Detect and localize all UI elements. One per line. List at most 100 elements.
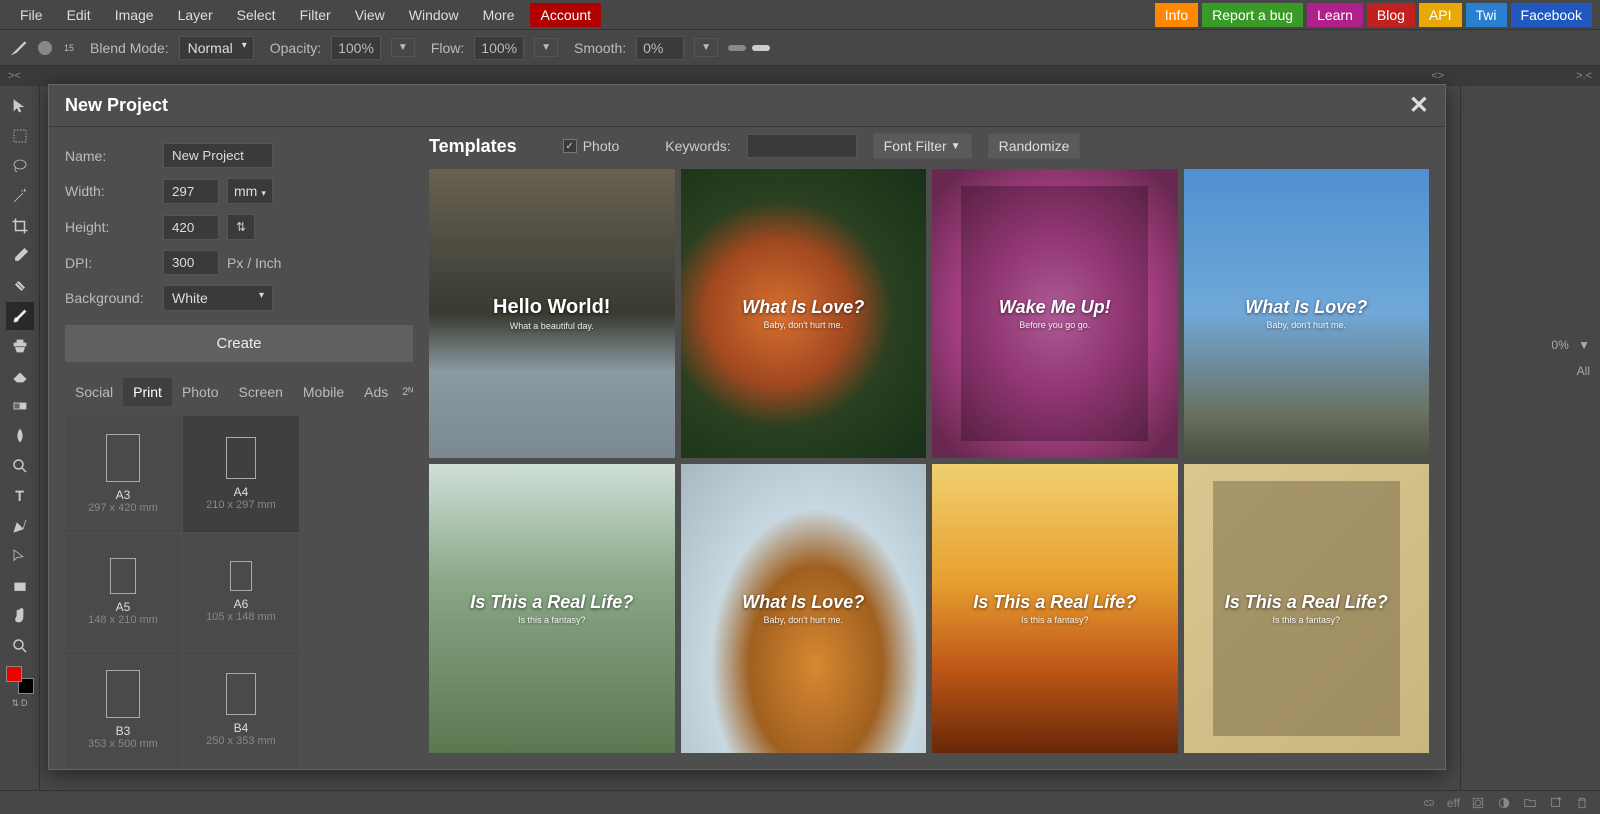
- right-panel-dropdown-icon[interactable]: ▼: [1578, 338, 1590, 352]
- template-card[interactable]: What Is Love?Baby, don't hurt me.: [681, 169, 927, 458]
- dodge-tool[interactable]: [6, 452, 34, 480]
- power-of-two-toggle[interactable]: 2ᴺ: [402, 386, 413, 398]
- menu-bar: FileEditImageLayerSelectFilterViewWindow…: [0, 0, 1600, 30]
- photo-checkbox[interactable]: ✓ Photo: [563, 138, 620, 154]
- mask-icon[interactable]: [1470, 795, 1486, 811]
- link-blog[interactable]: Blog: [1367, 3, 1415, 27]
- status-bar: eff: [0, 790, 1600, 814]
- template-card[interactable]: Is This a Real Life?Is this a fantasy?: [932, 464, 1178, 753]
- close-button[interactable]: ✕: [1409, 91, 1429, 120]
- brush-tool-icon[interactable]: [8, 38, 28, 58]
- link-facebook[interactable]: Facebook: [1511, 3, 1592, 27]
- font-filter-button[interactable]: Font Filter ▼: [873, 133, 972, 159]
- path-select-tool[interactable]: [6, 542, 34, 570]
- preset-a3[interactable]: A3297 x 420 mm: [65, 416, 181, 532]
- move-tool[interactable]: [6, 92, 34, 120]
- heal-tool[interactable]: [6, 272, 34, 300]
- unit-select[interactable]: mm: [227, 178, 273, 204]
- template-card[interactable]: Is This a Real Life?Is this a fantasy?: [429, 464, 675, 753]
- preset-shape: [226, 437, 256, 479]
- trash-icon[interactable]: [1574, 795, 1590, 811]
- hand-tool[interactable]: [6, 602, 34, 630]
- preset-b4[interactable]: B4250 x 353 mm: [183, 652, 299, 768]
- preset-shape: [106, 434, 140, 482]
- template-subtitle: Before you go go.: [999, 320, 1111, 330]
- clone-stamp-tool[interactable]: [6, 332, 34, 360]
- gradient-tool[interactable]: [6, 392, 34, 420]
- menu-edit[interactable]: Edit: [55, 1, 103, 29]
- preset-tab-mobile[interactable]: Mobile: [293, 378, 354, 406]
- preset-tab-print[interactable]: Print: [123, 378, 172, 406]
- background-select[interactable]: White: [163, 285, 273, 311]
- adjustment-layer-icon[interactable]: [1496, 795, 1512, 811]
- lasso-tool[interactable]: [6, 152, 34, 180]
- brush-hardness-preview[interactable]: [728, 45, 770, 51]
- menu-view[interactable]: View: [343, 1, 397, 29]
- smooth-value[interactable]: 0%: [636, 36, 684, 60]
- preset-a4[interactable]: A4210 x 297 mm: [183, 416, 299, 532]
- rect-select-tool[interactable]: [6, 122, 34, 150]
- blend-mode-select[interactable]: Normal: [179, 36, 254, 60]
- template-card[interactable]: Is This a Real Life?Is this a fantasy?: [1184, 464, 1430, 753]
- name-input[interactable]: [163, 143, 273, 168]
- brush-preview-dot[interactable]: [38, 41, 52, 55]
- menu-account[interactable]: Account: [530, 3, 601, 27]
- link-learn[interactable]: Learn: [1307, 3, 1363, 27]
- flow-value[interactable]: 100%: [474, 36, 524, 60]
- eraser-tool[interactable]: [6, 362, 34, 390]
- link-icon[interactable]: [1421, 795, 1437, 811]
- folder-icon[interactable]: [1522, 795, 1538, 811]
- template-card[interactable]: Hello World!What a beautiful day.: [429, 169, 675, 458]
- flow-dropdown-icon[interactable]: ▼: [534, 38, 558, 57]
- tabstrip-code-marker: <>: [1431, 70, 1444, 82]
- keywords-input[interactable]: [747, 134, 857, 158]
- randomize-button[interactable]: Randomize: [988, 133, 1081, 159]
- right-panel-all[interactable]: All: [1471, 364, 1590, 378]
- menu-filter[interactable]: Filter: [288, 1, 343, 29]
- preset-tab-ads[interactable]: Ads: [354, 378, 398, 406]
- magic-wand-tool[interactable]: [6, 182, 34, 210]
- link-twitter[interactable]: Twi: [1466, 3, 1507, 27]
- blur-tool[interactable]: [6, 422, 34, 450]
- height-input[interactable]: [163, 215, 219, 240]
- default-colors-icon[interactable]: D: [21, 698, 28, 709]
- pen-tool[interactable]: [6, 512, 34, 540]
- create-button[interactable]: Create: [65, 325, 413, 362]
- menu-file[interactable]: File: [8, 1, 55, 29]
- brush-tool[interactable]: [6, 302, 34, 330]
- shape-tool[interactable]: [6, 572, 34, 600]
- link-report-bug[interactable]: Report a bug: [1202, 3, 1303, 27]
- menu-layer[interactable]: Layer: [166, 1, 225, 29]
- dpi-input[interactable]: [163, 250, 219, 275]
- preset-tab-social[interactable]: Social: [65, 378, 123, 406]
- foreground-color-swatch[interactable]: [6, 666, 22, 682]
- template-card[interactable]: Wake Me Up!Before you go go.: [932, 169, 1178, 458]
- preset-tab-photo[interactable]: Photo: [172, 378, 229, 406]
- preset-a6[interactable]: A6105 x 148 mm: [183, 534, 299, 650]
- template-card[interactable]: What Is Love?Baby, don't hurt me.: [1184, 169, 1430, 458]
- swap-colors-icon[interactable]: ⇅: [11, 698, 19, 709]
- preset-tab-screen[interactable]: Screen: [229, 378, 293, 406]
- color-swatches[interactable]: [6, 666, 34, 694]
- link-api[interactable]: API: [1419, 3, 1462, 27]
- eyedropper-tool[interactable]: [6, 242, 34, 270]
- preset-a5[interactable]: A5148 x 210 mm: [65, 534, 181, 650]
- smooth-dropdown-icon[interactable]: ▼: [694, 38, 718, 57]
- zoom-tool[interactable]: [6, 632, 34, 660]
- opacity-dropdown-icon[interactable]: ▼: [391, 38, 415, 57]
- width-input[interactable]: [163, 179, 219, 204]
- swap-dimensions-button[interactable]: ⇅: [227, 214, 255, 240]
- preset-b3[interactable]: B3353 x 500 mm: [65, 652, 181, 768]
- type-tool[interactable]: T: [6, 482, 34, 510]
- crop-tool[interactable]: [6, 212, 34, 240]
- menu-image[interactable]: Image: [103, 1, 166, 29]
- menu-more[interactable]: More: [471, 1, 527, 29]
- link-info[interactable]: Info: [1155, 3, 1198, 27]
- dialog-title: New Project: [65, 95, 168, 116]
- template-overlay: Is This a Real Life?Is this a fantasy?: [429, 464, 675, 753]
- new-layer-icon[interactable]: [1548, 795, 1564, 811]
- menu-window[interactable]: Window: [397, 1, 471, 29]
- template-card[interactable]: What Is Love?Baby, don't hurt me.: [681, 464, 927, 753]
- menu-select[interactable]: Select: [225, 1, 288, 29]
- opacity-value[interactable]: 100%: [331, 36, 381, 60]
